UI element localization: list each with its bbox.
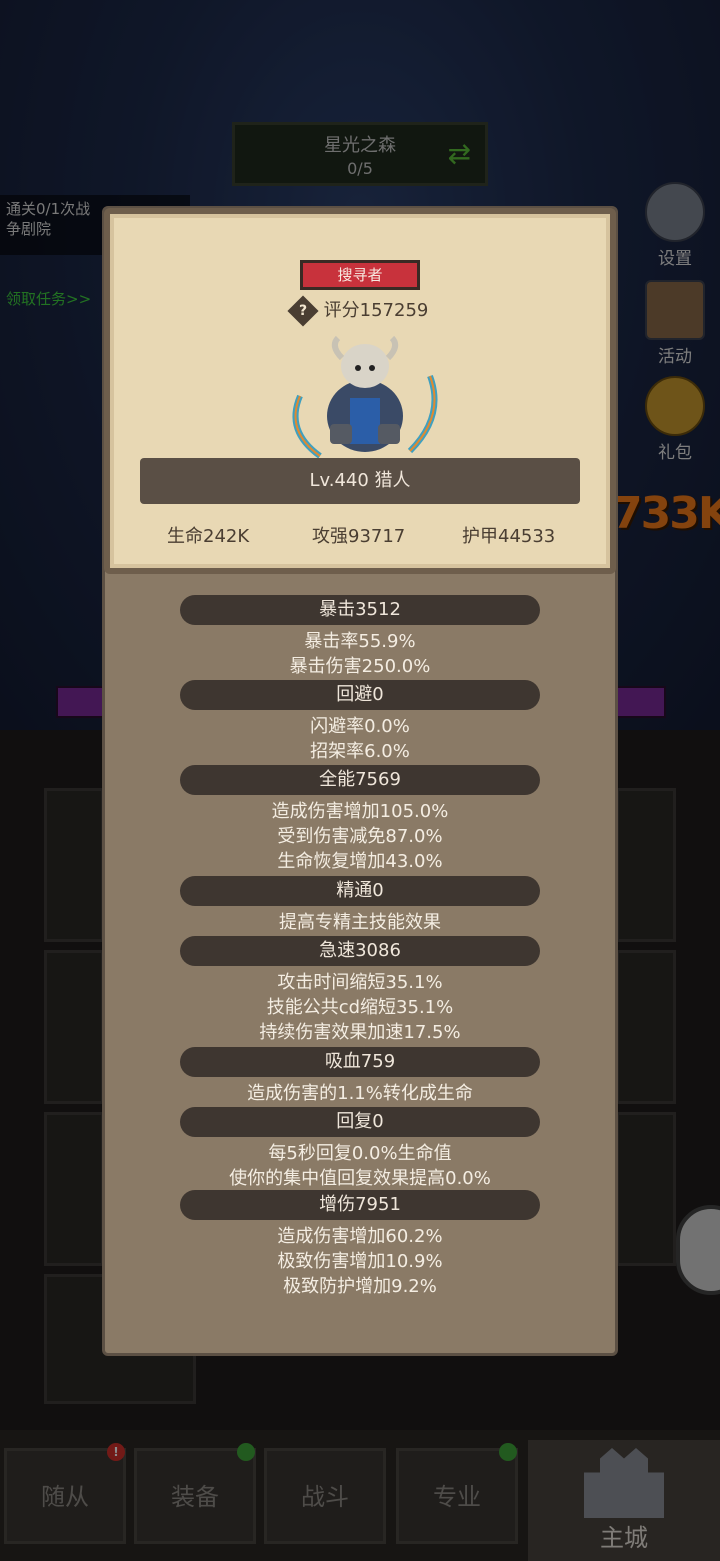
attr-line: 闪避率0.0% bbox=[310, 716, 410, 737]
attr-line: 极致防护增加9.2% bbox=[283, 1276, 437, 1297]
attr-header-dmg-boost: 增伤7951 bbox=[180, 1190, 540, 1220]
attr-line: 造成伤害增加105.0% bbox=[271, 801, 449, 822]
attr-line: 攻击时间缩短35.1% bbox=[277, 972, 443, 993]
attr-line: 招架率6.0% bbox=[310, 741, 410, 762]
attr-line: 受到伤害减免87.0% bbox=[277, 826, 443, 847]
attack-stat: 攻强93717 bbox=[312, 526, 406, 547]
attr-line: 提高专精主技能效果 bbox=[279, 912, 441, 933]
armor-stat: 护甲44533 bbox=[462, 526, 556, 547]
attr-header-regen: 回复0 bbox=[180, 1107, 540, 1137]
hero-level-name: Lv.440 猎人 bbox=[140, 458, 580, 504]
attr-header-haste: 急速3086 bbox=[180, 936, 540, 966]
attr-header-dodge: 回避0 bbox=[180, 680, 540, 710]
attr-line: 造成伤害增加60.2% bbox=[277, 1226, 443, 1247]
attr-line: 持续伤害效果加速17.5% bbox=[259, 1022, 461, 1043]
attr-line: 每5秒回复0.0%生命值 bbox=[268, 1143, 452, 1164]
attr-header-versatility: 全能7569 bbox=[180, 765, 540, 795]
hunter-portrait bbox=[292, 336, 438, 459]
attr-line: 技能公共cd缩短35.1% bbox=[266, 997, 454, 1018]
class-badge: 搜寻者 bbox=[300, 260, 420, 290]
attr-line: 造成伤害的1.1%转化成生命 bbox=[247, 1083, 473, 1104]
attr-line: 极致伤害增加10.9% bbox=[277, 1251, 443, 1272]
attr-line: 生命恢复增加43.0% bbox=[277, 851, 443, 872]
attr-header-mastery: 精通0 bbox=[180, 876, 540, 906]
score-row: ? 评分157259 bbox=[0, 295, 720, 327]
score-value: 评分157259 bbox=[323, 300, 429, 321]
help-icon[interactable]: ? bbox=[287, 295, 319, 327]
attr-line: 使你的集中值回复效果提高0.0% bbox=[229, 1168, 491, 1189]
attr-line: 暴击率55.9% bbox=[304, 631, 416, 652]
attr-header-lifesteal: 吸血759 bbox=[180, 1047, 540, 1077]
attr-header-crit: 暴击3512 bbox=[180, 595, 540, 625]
hp-stat: 生命242K bbox=[167, 526, 250, 547]
attr-line: 暴击伤害250.0% bbox=[289, 656, 431, 677]
